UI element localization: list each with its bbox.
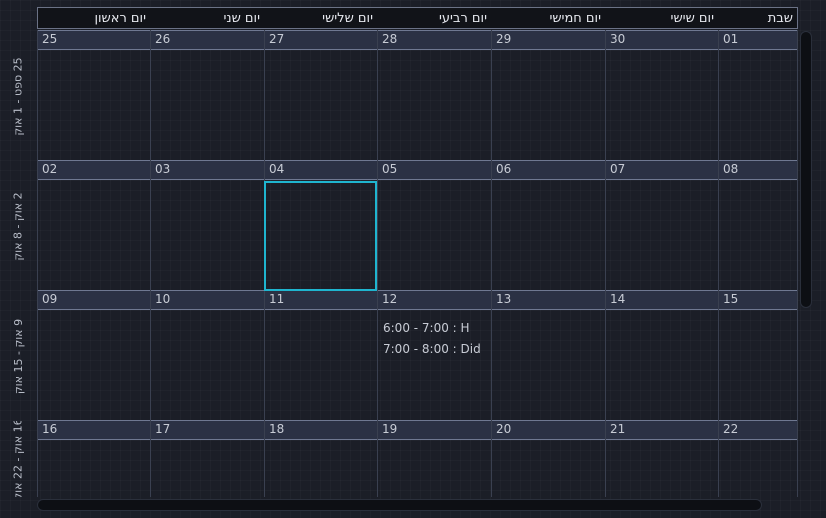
day-cell[interactable]: 03 xyxy=(150,160,264,290)
day-cell[interactable]: 02 xyxy=(37,160,150,290)
week-range-text: 2 אוק - 8 אוק xyxy=(12,191,25,261)
day-number: 14 xyxy=(610,292,626,306)
day-cell[interactable]: 17 xyxy=(150,420,264,497)
day-cell[interactable]: 30 xyxy=(605,30,718,160)
day-names-header: יום ראשון יום שני יום שלישי יום רביעי יו… xyxy=(37,7,798,29)
day-number: 05 xyxy=(382,162,398,176)
day-cell[interactable]: 08 xyxy=(718,160,798,290)
day-cell[interactable]: 15 xyxy=(718,290,798,420)
day-number: 13 xyxy=(496,292,512,306)
day-number: 30 xyxy=(610,32,626,46)
week-range-text: 16 אוק - 22 אוק xyxy=(12,421,25,497)
day-number: 29 xyxy=(496,32,512,46)
week-label: 16 אוק - 22 אוק xyxy=(0,421,37,497)
day-number: 19 xyxy=(382,422,398,436)
day-cell[interactable]: 21 xyxy=(605,420,718,497)
day-number: 01 xyxy=(723,32,739,46)
day-cell[interactable]: 18 xyxy=(264,420,377,497)
day-number: 09 xyxy=(42,292,58,306)
day-number: 03 xyxy=(155,162,171,176)
day-cell[interactable]: 01 xyxy=(718,30,798,160)
day-name-thursday: יום חמישי xyxy=(549,11,601,26)
day-name-sunday: יום ראשון xyxy=(94,11,146,26)
day-name-friday: יום שישי xyxy=(670,11,714,26)
day-name-monday: יום שני xyxy=(223,11,260,26)
day-cell[interactable]: 14 xyxy=(605,290,718,420)
day-cell[interactable]: 09 xyxy=(37,290,150,420)
day-number: 17 xyxy=(155,422,171,436)
day-cell[interactable]: 05 xyxy=(377,160,491,290)
day-number: 25 xyxy=(42,32,58,46)
week-label: 25 ספט - 1 אוק xyxy=(0,31,37,161)
day-number: 18 xyxy=(269,422,285,436)
day-name-wednesday: יום רביעי xyxy=(438,11,487,26)
day-number: 26 xyxy=(155,32,171,46)
day-cell[interactable]: 11 xyxy=(264,290,377,420)
day-number: 28 xyxy=(382,32,398,46)
day-number: 06 xyxy=(496,162,512,176)
week-label: 9 אוק - 15 אוק xyxy=(0,291,37,421)
day-cell[interactable]: 26 xyxy=(150,30,264,160)
day-number: 27 xyxy=(269,32,285,46)
calendar-event[interactable]: 6:00 - 7:00 : H xyxy=(383,318,481,339)
calendar-month-view: יום ראשון יום שני יום שלישי יום רביעי יו… xyxy=(0,0,826,518)
day-cell[interactable]: 22 xyxy=(718,420,798,497)
day-number: 15 xyxy=(723,292,739,306)
day-cell[interactable]: 16 xyxy=(37,420,150,497)
day-cell[interactable]: 27 xyxy=(264,30,377,160)
calendar-event[interactable]: 7:00 - 8:00 : Did xyxy=(383,339,481,360)
day-number: 12 xyxy=(382,292,398,306)
day-cell[interactable]: 20 xyxy=(491,420,605,497)
day-events-12: 6:00 - 7:00 : H 7:00 - 8:00 : Did xyxy=(383,318,481,360)
day-cell[interactable]: 13 xyxy=(491,290,605,420)
day-number: 20 xyxy=(496,422,512,436)
selected-day-highlight[interactable] xyxy=(264,181,377,291)
day-number: 21 xyxy=(610,422,626,436)
week-label: 2 אוק - 8 אוק xyxy=(0,161,37,291)
vertical-scrollbar[interactable] xyxy=(800,31,812,308)
day-cell[interactable]: 19 xyxy=(377,420,491,497)
day-number: 08 xyxy=(723,162,739,176)
horizontal-scrollbar[interactable] xyxy=(37,499,762,511)
day-name-saturday: שבת xyxy=(767,11,793,26)
day-number: 04 xyxy=(269,162,285,176)
day-cell[interactable]: 07 xyxy=(605,160,718,290)
day-cell[interactable]: 28 xyxy=(377,30,491,160)
day-number: 22 xyxy=(723,422,739,436)
day-number: 11 xyxy=(269,292,285,306)
day-number: 10 xyxy=(155,292,171,306)
week-range-text: 9 אוק - 15 אוק xyxy=(12,318,25,394)
day-cell[interactable]: 29 xyxy=(491,30,605,160)
day-cell[interactable]: 10 xyxy=(150,290,264,420)
day-number: 02 xyxy=(42,162,58,176)
day-cell[interactable]: 06 xyxy=(491,160,605,290)
day-name-tuesday: יום שלישי xyxy=(322,11,373,26)
day-number: 16 xyxy=(42,422,58,436)
week-range-text: 25 ספט - 1 אוק xyxy=(12,56,26,136)
day-number: 07 xyxy=(610,162,626,176)
day-cell[interactable]: 25 xyxy=(37,30,150,160)
